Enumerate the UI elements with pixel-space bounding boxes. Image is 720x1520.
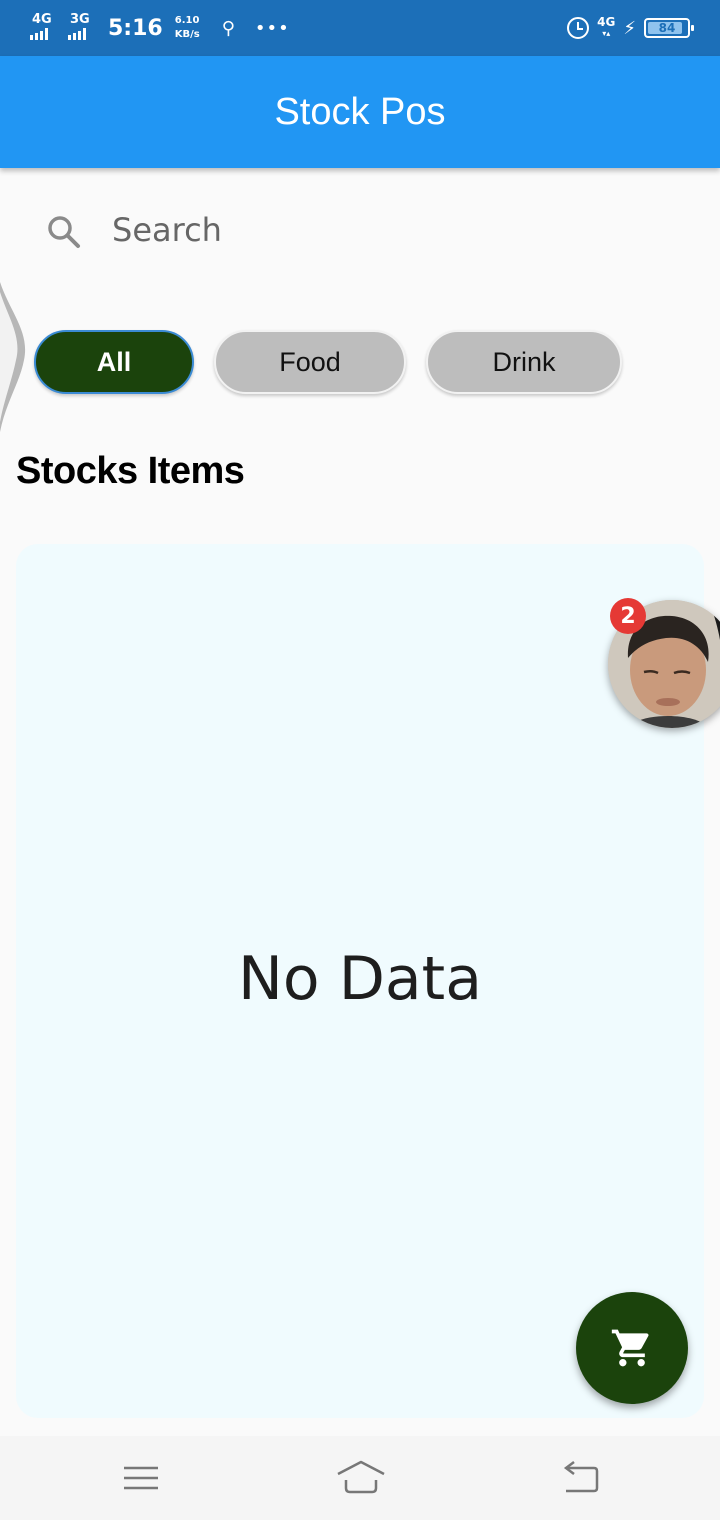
network-speed: 6.10 KB/s [175, 14, 200, 42]
menu-icon[interactable] [121, 1458, 161, 1498]
home-icon[interactable] [336, 1458, 386, 1498]
alarm-icon [567, 17, 590, 39]
category-filter: All Food Drink [0, 330, 720, 394]
app-bar: Stock Pos [0, 56, 720, 168]
network-speed-value: 6.10 [174, 15, 200, 26]
network-type-1: 4G [32, 12, 52, 27]
signal-3g-icon: 3G [68, 12, 98, 42]
back-icon[interactable] [560, 1458, 600, 1498]
search-bar[interactable] [0, 190, 720, 270]
search-icon [48, 216, 80, 248]
usb-icon: ⚲ [221, 17, 235, 39]
category-chip-drink[interactable]: Drink [426, 330, 622, 394]
section-title: Stocks Items [16, 450, 245, 492]
network-type-right: 4G [597, 15, 616, 29]
system-nav-bar [0, 1436, 720, 1520]
cart-icon [611, 1329, 649, 1367]
network-speed-unit: KB/s [174, 29, 200, 40]
network-type-2: 3G [70, 12, 90, 27]
search-input[interactable] [112, 208, 672, 252]
cart-button[interactable] [576, 1292, 688, 1404]
status-bar: 4G 3G 5:16 6.10 KB/s ⚲ ••• 4G ▾▴ ⚡ 84 [0, 0, 720, 56]
status-time: 5:16 [108, 15, 163, 41]
battery-icon: 84 [644, 18, 694, 38]
category-chip-food[interactable]: Food [214, 330, 406, 394]
more-notifications-icon: ••• [254, 17, 290, 39]
signal-4g-icon: 4G [30, 12, 60, 42]
battery-level: 84 [658, 21, 676, 35]
charging-icon: ⚡ [623, 17, 636, 39]
app-title: Stock Pos [274, 90, 446, 133]
mobile-data-icon: 4G ▾▴ [597, 15, 616, 38]
category-chip-all[interactable]: All [34, 330, 194, 394]
empty-state-text: No Data [238, 944, 482, 1014]
notification-badge: 2 [610, 598, 646, 634]
